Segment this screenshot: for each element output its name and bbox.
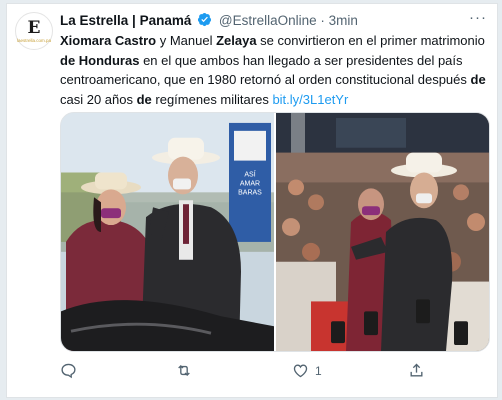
sign-text-1: ASÍ	[244, 169, 255, 178]
tweet-text-segment: y Manuel	[156, 33, 217, 48]
sign-text-3: BARAS	[238, 189, 262, 196]
tweet-text-segment: regímenes militares	[151, 91, 273, 107]
media-photo-2[interactable]	[276, 113, 490, 351]
avatar[interactable]: E laestrella.com.pa	[15, 12, 53, 50]
separator-dot: ·	[320, 13, 325, 28]
tweet-text-segment: de	[136, 91, 152, 107]
tweet-text-segment: casi 20 años	[60, 91, 137, 107]
like-button[interactable]: 1	[292, 362, 322, 379]
tweet-text-segment: de Honduras	[60, 52, 140, 68]
like-icon	[292, 362, 309, 379]
share-icon	[408, 362, 425, 379]
sign-text-2: AMAR	[240, 180, 260, 187]
retweet-button[interactable]	[175, 362, 193, 379]
tweet-text: Xiomara Castro y Manuel Zelaya se convir…	[60, 31, 492, 109]
like-count: 1	[315, 363, 322, 378]
tweet-actions: 1	[7, 362, 497, 382]
tweet-card[interactable]: E laestrella.com.pa La Estrella | Panamá…	[6, 3, 498, 398]
avatar-letter: E	[27, 18, 41, 38]
tweet-text-segment: Xiomara Castro	[60, 33, 157, 48]
avatar-subtext: laestrella.com.pa	[16, 38, 52, 43]
verified-badge-icon	[197, 12, 212, 32]
media-photo-1[interactable]: ASÍ AMAR BARAS	[61, 113, 274, 351]
more-icon[interactable]: ···	[469, 10, 487, 26]
retweet-icon	[175, 362, 193, 379]
tweet-header: La Estrella | Panamá @EstrellaOnline · 3…	[60, 12, 358, 32]
tweet-text-segment: Zelaya	[216, 33, 257, 48]
tweet-link[interactable]: bit.ly/3L1etYr	[272, 92, 348, 107]
author-handle[interactable]: @EstrellaOnline	[219, 13, 317, 28]
author-name[interactable]: La Estrella | Panamá	[60, 13, 191, 28]
tweet-media[interactable]: ASÍ AMAR BARAS	[60, 112, 490, 352]
share-button[interactable]	[408, 362, 425, 379]
reply-icon	[60, 362, 77, 379]
tweet-text-segment: se convirtieron en el primer matrimonio	[256, 33, 485, 48]
reply-button[interactable]	[60, 362, 77, 379]
tweet-time[interactable]: 3min	[329, 13, 358, 28]
tweet-text-segment: de	[470, 72, 486, 87]
